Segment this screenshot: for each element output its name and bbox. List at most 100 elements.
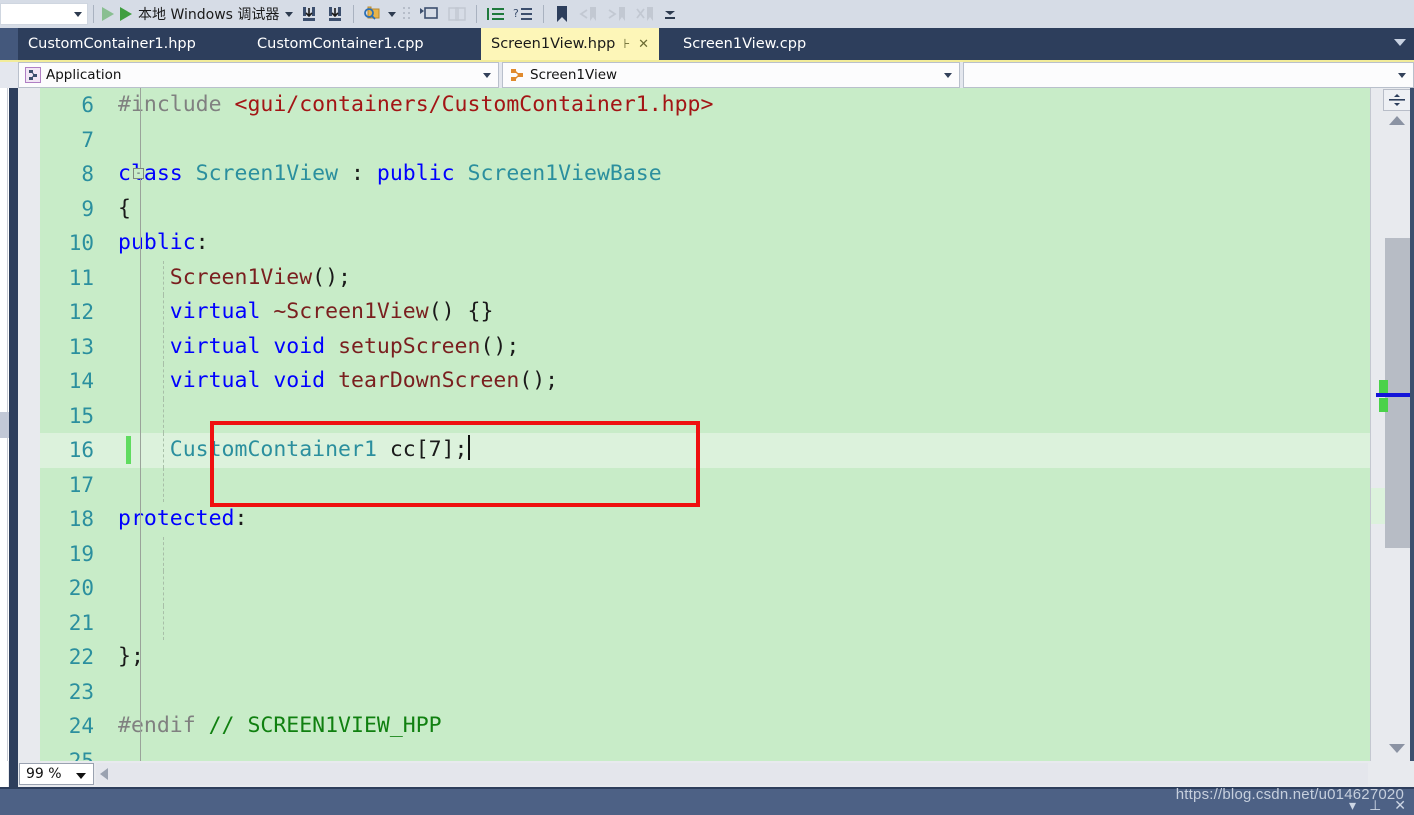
toggle-bookmark-button[interactable] [549, 2, 575, 26]
zoom-level-dropdown[interactable]: 99 % [19, 763, 94, 785]
increase-indent-button[interactable] [482, 2, 510, 26]
gutter-separator [140, 467, 141, 502]
next-bookmark-button[interactable] [603, 2, 631, 26]
code-editor[interactable]: 6 #include <gui/containers/CustomContaine… [40, 88, 1370, 761]
vertical-scrollbar[interactable] [1370, 88, 1414, 761]
line-number: 19 [68, 541, 94, 566]
close-icon[interactable]: ✕ [638, 38, 649, 51]
code-line[interactable]: 19 [40, 536, 1370, 571]
decrease-indent-button[interactable]: ? [510, 2, 538, 26]
toolbar-options-button[interactable] [659, 2, 681, 26]
magnifier-folder-icon [364, 6, 380, 20]
pin-icon[interactable]: ⊥ [1369, 797, 1381, 814]
code-line[interactable]: 18 protected: [40, 502, 1370, 537]
gutter-separator [140, 674, 141, 709]
gutter-separator [140, 536, 141, 571]
docked-panel-edge[interactable] [0, 88, 18, 761]
code-line[interactable]: 6 #include <gui/containers/CustomContaine… [40, 88, 1370, 123]
bottom-left-white-strip [0, 761, 8, 787]
tab-customcontainer1-hpp[interactable]: CustomContainer1.hpp [18, 28, 206, 60]
project-scope-dropdown[interactable]: Application [18, 62, 499, 88]
start-debugging-dropdown[interactable] [282, 2, 296, 26]
tab-overflow-chevron-down-icon[interactable] [1394, 39, 1406, 46]
code-line[interactable]: 12 virtual ~Screen1View() {} [40, 295, 1370, 330]
start-debugging-button[interactable] [117, 2, 135, 26]
code-line[interactable]: 20 [40, 571, 1370, 606]
line-number: 18 [68, 507, 94, 532]
comment-selection-button[interactable] [415, 2, 443, 26]
code-line[interactable]: 22}; [40, 640, 1370, 675]
toolbar-separator [353, 5, 355, 23]
line-number: 8 [81, 162, 94, 187]
code-text: class Screen1View : public Screen1ViewBa… [118, 161, 662, 186]
navigate-backward-button[interactable] [99, 2, 117, 26]
chevron-down-icon [483, 73, 491, 78]
indent-guide [163, 467, 164, 502]
clear-bookmarks-button[interactable] [631, 2, 659, 26]
code-line[interactable]: 11 Screen1View(); [40, 260, 1370, 295]
gutter-separator [140, 260, 141, 295]
line-number: 7 [81, 127, 94, 152]
change-marker-1 [1379, 380, 1388, 394]
scroll-down-arrow-icon[interactable] [1389, 744, 1405, 753]
tab-screen1view-hpp[interactable]: Screen1View.hpp ⊦ ✕ [481, 28, 660, 60]
code-line[interactable]: 21 [40, 605, 1370, 640]
horizontal-scrollbar[interactable] [96, 763, 1368, 785]
tab-screen1view-cpp[interactable]: Screen1View.cpp [673, 28, 816, 60]
close-icon[interactable]: ✕ [1394, 797, 1406, 814]
configuration-dropdown[interactable] [0, 3, 88, 25]
step-over-button[interactable] [322, 2, 348, 26]
code-line[interactable]: 16 CustomContainer1 cc[7]; [40, 433, 1370, 468]
code-line[interactable]: 7 [40, 122, 1370, 157]
previous-bookmark-button[interactable] [575, 2, 603, 26]
code-line[interactable]: 9{ [40, 191, 1370, 226]
tab-label: CustomContainer1.cpp [257, 36, 424, 52]
split-view-button[interactable] [1383, 89, 1411, 111]
bottom-panel-edge [9, 761, 18, 787]
pin-icon[interactable]: ⊦ [623, 38, 630, 51]
third-scope-dropdown[interactable] [963, 62, 1414, 88]
line-number: 21 [68, 610, 94, 635]
start-debugging-label[interactable]: 本地 Windows 调试器 [135, 4, 282, 24]
gutter-separator [140, 502, 141, 537]
code-line[interactable]: 17 [40, 467, 1370, 502]
breakpoint-gutter[interactable] [18, 88, 40, 761]
chevron-down-icon [388, 11, 397, 17]
indent-decrease-icon: ? [513, 7, 533, 20]
code-line[interactable]: 8 - class Screen1View : public Screen1View… [40, 157, 1370, 192]
fold-collapse-icon[interactable]: - [133, 168, 144, 179]
find-in-files-button[interactable] [359, 2, 385, 26]
gutter-separator [140, 88, 141, 123]
right-panel-edge [1410, 88, 1414, 761]
uncomment-selection-button[interactable] [443, 2, 471, 26]
gutter-separator [140, 743, 141, 761]
code-line[interactable]: 23 [40, 674, 1370, 709]
gutter-separator [140, 571, 141, 606]
step-into-button[interactable] [296, 2, 322, 26]
member-scope-dropdown[interactable]: Screen1View [502, 62, 960, 88]
indent-guide [163, 433, 164, 468]
code-line[interactable]: 25 [40, 743, 1370, 761]
tab-customcontainer1-cpp[interactable]: CustomContainer1.cpp [247, 28, 434, 60]
gutter-separator [140, 122, 141, 157]
editor-tab-strip: CustomContainer1.hpp CustomContainer1.cp… [0, 28, 1414, 60]
code-line[interactable]: 10 public: [40, 226, 1370, 261]
panel-resize-handle[interactable] [0, 412, 9, 438]
toolbar-grip [399, 2, 415, 26]
visual-studio-window: 本地 Windows 调试器 ? CustomContainer1.hpp Cu… [0, 0, 1414, 815]
scroll-left-arrow-icon[interactable] [100, 768, 108, 780]
code-line[interactable]: 15 [40, 398, 1370, 433]
indent-guide [163, 536, 164, 571]
step-into-icon [303, 7, 316, 21]
line-number: 6 [81, 93, 94, 118]
code-line[interactable]: 14 virtual void tearDownScreen(); [40, 364, 1370, 399]
chevron-down-icon[interactable]: ▾ [1349, 797, 1356, 814]
code-lines: 6 #include <gui/containers/CustomContaine… [40, 88, 1370, 761]
line-number: 22 [68, 645, 94, 670]
code-line[interactable]: 24 #endif // SCREEN1VIEW_HPP [40, 709, 1370, 744]
change-bar [126, 436, 131, 464]
line-number: 15 [68, 403, 94, 428]
scroll-up-arrow-icon[interactable] [1389, 116, 1405, 125]
toolbar-overflow-button[interactable] [385, 2, 399, 26]
code-line[interactable]: 13 virtual void setupScreen(); [40, 329, 1370, 364]
